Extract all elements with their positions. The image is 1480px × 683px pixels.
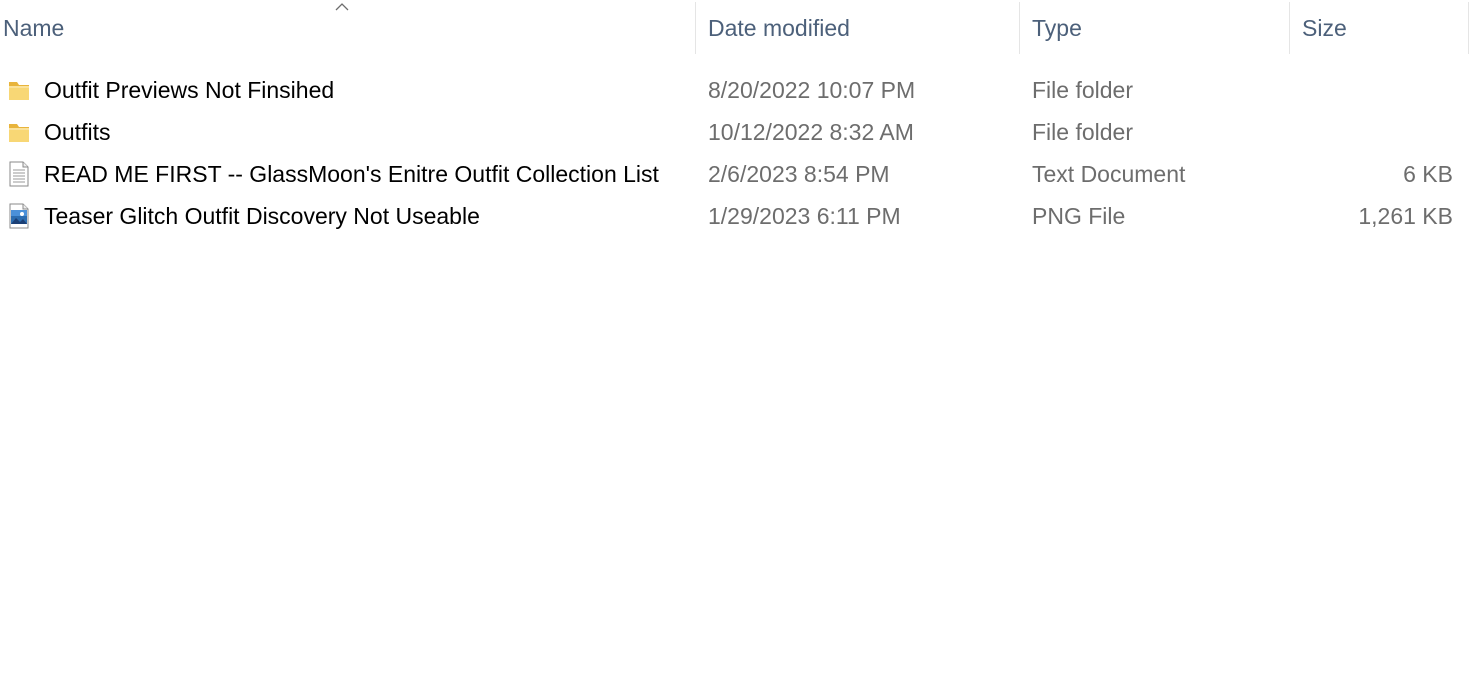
file-type: File folder [1032, 119, 1133, 145]
file-type: Text Document [1032, 161, 1186, 187]
file-name: Outfit Previews Not Finsihed [44, 77, 335, 103]
file-explorer-details-view: Name Date modified Type Size Outfit Prev… [0, 0, 1480, 683]
file-name: READ ME FIRST -- GlassMoon's Enitre Outf… [44, 161, 659, 187]
column-header-name[interactable]: Name [0, 0, 695, 56]
file-date-modified: 10/12/2022 8:32 AM [708, 119, 914, 145]
column-header-name-label: Name [3, 14, 65, 41]
column-header-type[interactable]: Type [1020, 0, 1289, 56]
column-header-size-label: Size [1302, 14, 1347, 41]
file-list: Outfit Previews Not Finsihed 8/20/2022 1… [0, 69, 1480, 237]
file-row-outfit-previews[interactable]: Outfit Previews Not Finsihed 8/20/2022 1… [0, 69, 1468, 111]
file-name: Outfits [44, 119, 111, 145]
file-row-teaser-glitch[interactable]: Teaser Glitch Outfit Discovery Not Useab… [0, 195, 1468, 237]
column-divider[interactable] [1468, 2, 1469, 54]
file-row-outfits[interactable]: Outfits 10/12/2022 8:32 AM File folder [0, 111, 1468, 153]
file-date-modified: 1/29/2023 6:11 PM [708, 203, 901, 229]
file-size: 1,261 KB [1358, 203, 1453, 229]
file-name: Teaser Glitch Outfit Discovery Not Useab… [44, 203, 480, 229]
column-header-date-modified[interactable]: Date modified [696, 0, 1019, 56]
file-type: File folder [1032, 77, 1133, 103]
folder-icon [9, 82, 29, 100]
file-date-modified: 8/20/2022 10:07 PM [708, 77, 916, 103]
text-document-icon [9, 161, 29, 187]
file-size [1290, 69, 1453, 111]
image-file-icon [9, 203, 29, 229]
file-row-read-me-first[interactable]: READ ME FIRST -- GlassMoon's Enitre Outf… [0, 153, 1468, 195]
file-type: PNG File [1032, 203, 1126, 229]
column-header-size[interactable]: Size [1290, 0, 1468, 56]
column-header-date-label: Date modified [708, 14, 850, 41]
column-header-type-label: Type [1032, 14, 1082, 41]
file-size: 6 KB [1403, 161, 1453, 187]
file-date-modified: 2/6/2023 8:54 PM [708, 161, 890, 187]
column-header-bar: Name Date modified Type Size [0, 0, 1480, 58]
folder-icon [9, 124, 29, 142]
file-size [1290, 111, 1453, 153]
